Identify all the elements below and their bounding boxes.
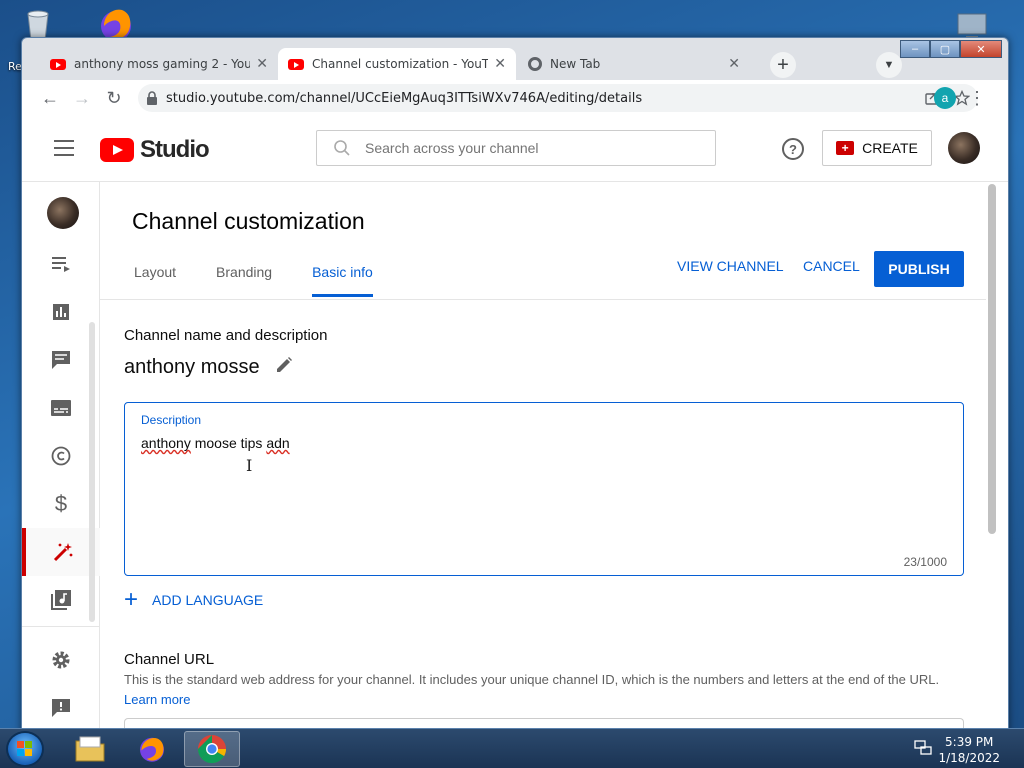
browser-window: – ▢ ✕ anthony moss gaming 2 - YouTube ✕ …	[21, 37, 1009, 737]
copyright-icon	[51, 446, 71, 466]
chrome-icon	[528, 57, 542, 71]
firefox-icon	[140, 737, 164, 762]
cancel-button[interactable]: CANCEL	[803, 258, 860, 274]
main-content: Channel customization Layout Branding Ba…	[100, 182, 1008, 736]
view-channel-button[interactable]: VIEW CHANNEL	[677, 258, 784, 274]
more-menu-icon[interactable]: ⋮	[968, 88, 986, 109]
sidebar-item-content[interactable]	[22, 240, 100, 288]
feedback-icon	[52, 699, 70, 717]
youtube-icon	[288, 58, 304, 70]
description-word-misspelled: adn	[266, 435, 290, 451]
studio-logo[interactable]: Studio	[100, 136, 210, 164]
description-text[interactable]: anthony moose tips adn	[141, 435, 290, 451]
account-avatar[interactable]	[948, 132, 980, 164]
tabs-divider	[100, 299, 986, 300]
forward-button[interactable]: →	[68, 84, 96, 112]
channel-name: anthony mosse	[124, 356, 260, 378]
new-tab-button[interactable]: +	[770, 52, 796, 78]
description-textarea[interactable]: Description anthony moose tips adn 23/10…	[124, 402, 964, 576]
learn-more-link[interactable]: Learn more	[124, 692, 190, 707]
taskbar-chrome[interactable]	[184, 731, 240, 767]
close-icon[interactable]: ✕	[494, 56, 506, 72]
sidebar-divider	[22, 626, 100, 627]
chrome-icon	[197, 735, 226, 764]
windows-logo-icon	[17, 741, 32, 756]
tab-strip: anthony moss gaming 2 - YouTube ✕ Channe…	[30, 48, 1008, 80]
logo-text: Studio	[140, 136, 210, 163]
folder-icon	[75, 736, 105, 762]
description-word-misspelled: anthony	[141, 435, 191, 451]
plus-icon: +	[124, 586, 139, 613]
back-button[interactable]: ←	[36, 84, 64, 112]
tab-anthony-moss-gaming[interactable]: anthony moss gaming 2 - YouTube ✕	[40, 48, 278, 80]
lock-icon[interactable]	[146, 91, 158, 105]
clock-time: 5:39 PM	[945, 735, 994, 749]
content-icon	[52, 257, 70, 272]
analytics-icon	[53, 304, 69, 320]
profile-avatar[interactable]: a	[934, 87, 956, 109]
name-description-heading: Channel name and description	[124, 327, 328, 344]
create-label: CREATE	[862, 140, 918, 156]
taskbar-file-explorer[interactable]	[62, 731, 118, 767]
publish-button[interactable]: PUBLISH	[874, 251, 964, 287]
hamburger-menu-icon[interactable]	[54, 140, 74, 156]
tab-search-button[interactable]: ▼	[876, 52, 902, 78]
subtitles-icon	[51, 400, 71, 416]
close-icon[interactable]: ✕	[728, 56, 740, 72]
magic-wand-icon	[53, 543, 73, 562]
channel-url-description: This is the standard web address for you…	[124, 672, 940, 687]
tab-basic-info[interactable]: Basic info	[312, 264, 373, 297]
url-text: studio.youtube.com/channel/UCcEieMgAuq3I…	[166, 90, 643, 106]
text-cursor-icon: I	[246, 456, 253, 475]
edit-pencil-icon[interactable]	[274, 355, 294, 375]
tab-new-tab[interactable]: New Tab ✕	[518, 48, 750, 80]
tab-channel-customization[interactable]: Channel customization - YouTube ✕	[278, 48, 516, 80]
customization-tabs: Layout Branding Basic info	[134, 264, 413, 297]
youtube-icon	[50, 58, 66, 70]
character-count: 23/1000	[903, 555, 947, 569]
main-scrollbar[interactable]	[988, 184, 996, 534]
page-title: Channel customization	[132, 208, 365, 234]
recycle-bin-label: Re	[8, 60, 22, 73]
browser-toolbar: ← → ↻ studio.youtube.com/channel/UCcEieM…	[22, 80, 1008, 116]
sidebar: $	[22, 182, 100, 736]
tab-branding[interactable]: Branding	[216, 264, 272, 297]
taskbar: 5:39 PM 1/18/2022	[0, 728, 1024, 768]
help-icon[interactable]: ?	[782, 138, 804, 160]
comments-icon	[52, 351, 70, 369]
channel-url-heading: Channel URL	[124, 651, 215, 668]
dollar-icon: $	[54, 491, 68, 516]
tab-title: Channel customization - YouTube	[312, 57, 488, 71]
network-icon[interactable]	[914, 740, 932, 756]
video-camera-icon: +	[836, 141, 855, 155]
sidebar-scrollbar[interactable]	[89, 322, 95, 622]
add-language-button[interactable]: + ADD LANGUAGE	[124, 586, 264, 613]
start-button[interactable]	[6, 731, 44, 767]
tab-title: anthony moss gaming 2 - YouTube	[74, 57, 251, 71]
close-icon[interactable]: ✕	[256, 56, 268, 72]
create-button[interactable]: + CREATE	[822, 130, 932, 166]
sidebar-item-settings[interactable]	[22, 636, 100, 684]
search-box[interactable]	[316, 130, 716, 166]
gear-icon	[52, 651, 70, 669]
address-bar[interactable]: studio.youtube.com/channel/UCcEieMgAuq3I…	[138, 84, 978, 112]
audio-library-icon	[51, 590, 71, 610]
studio-page: Studio ? + CREATE	[22, 116, 1008, 736]
clock-date: 1/18/2022	[938, 751, 1000, 765]
description-word: moose tips	[194, 435, 263, 451]
tab-title: New Tab	[550, 57, 601, 71]
studio-header: Studio ? + CREATE	[22, 116, 1008, 182]
add-language-label: ADD LANGUAGE	[152, 592, 264, 608]
sidebar-item-feedback[interactable]	[22, 684, 100, 732]
reload-button[interactable]: ↻	[100, 84, 128, 112]
search-input[interactable]	[365, 140, 685, 156]
channel-avatar[interactable]	[47, 197, 79, 229]
description-label: Description	[141, 413, 202, 427]
tab-layout[interactable]: Layout	[134, 264, 176, 297]
search-icon	[334, 140, 350, 156]
youtube-logo-icon	[100, 138, 134, 162]
taskbar-firefox[interactable]	[124, 731, 180, 767]
clock[interactable]: 5:39 PM 1/18/2022	[938, 734, 1000, 766]
